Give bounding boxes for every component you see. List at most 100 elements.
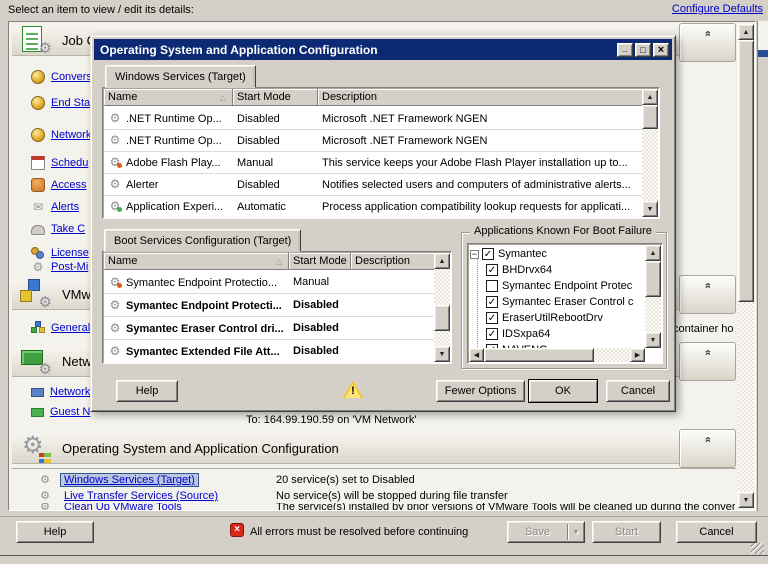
container-host-text: container ho (673, 323, 737, 335)
dialog-help-button[interactable]: Help (116, 380, 178, 402)
sort-asc-icon: △ (276, 257, 284, 266)
dialog-cancel-button[interactable]: Cancel (606, 380, 670, 402)
checkbox[interactable]: ✓ (486, 296, 498, 308)
checkbox[interactable]: ✓ (482, 248, 494, 260)
scroll-down-icon[interactable]: ▼ (642, 201, 658, 217)
tree-item[interactable]: ✓ EraserUtilRebootDrv (470, 310, 644, 326)
save-split-button[interactable]: Save ▼ (507, 521, 585, 543)
cleanup-tools-link[interactable]: Clean Up VMware Tools (61, 503, 185, 511)
main-scrollbar[interactable]: ▲ ▼ (738, 24, 754, 508)
checkbox[interactable]: ✓ (486, 264, 498, 276)
services-table-scrollbar[interactable]: ▲ ▼ (642, 89, 658, 217)
scroll-up-icon[interactable]: ▲ (434, 253, 450, 269)
save-dropdown-icon[interactable]: ▼ (568, 529, 584, 536)
scroll-left-icon[interactable]: ◀ (469, 348, 484, 362)
list-item-windows-services[interactable]: ⚙ Windows Services (Target) 20 service(s… (39, 472, 735, 488)
scroll-right-icon[interactable]: ▶ (630, 348, 645, 362)
fewer-options-button[interactable]: Fewer Options (436, 380, 525, 402)
scroll-up-icon[interactable]: ▲ (738, 24, 754, 40)
network-card-icon (31, 388, 44, 397)
vmware-icon: ⚙ (20, 279, 52, 309)
table-row[interactable]: ⚙Alerter Disabled Notifies selected user… (104, 174, 642, 196)
live-transfer-link[interactable]: Live Transfer Services (Source) (61, 490, 221, 502)
tree-collapse-toggle[interactable]: − (470, 250, 479, 259)
table-row[interactable]: ⚙.NET Runtime Op... Disabled Microsoft .… (104, 108, 642, 130)
column-header-description[interactable]: Description (318, 89, 658, 106)
sidebar-item-general[interactable]: General (31, 321, 90, 335)
sidebar-item-network-settings[interactable]: Network (31, 386, 90, 398)
start-button[interactable]: Start (592, 521, 661, 543)
people-icon (31, 178, 45, 192)
sidebar-item-network[interactable]: Network (31, 128, 91, 142)
column-header-start-mode[interactable]: Start Mode (289, 253, 351, 270)
close-button[interactable]: × (653, 43, 669, 57)
table-row[interactable]: ⚙Application Experi... Automatic Process… (104, 196, 642, 217)
tree-item[interactable]: ✓ Symantec Eraser Control c (470, 294, 644, 310)
chevron-up-icon: » (702, 31, 714, 36)
chevron-up-icon: » (702, 437, 714, 442)
gear-arrow-icon: ⚙ (31, 260, 45, 274)
tab-boot-services[interactable]: Boot Services Configuration (Target) (104, 229, 301, 252)
scroll-up-icon[interactable]: ▲ (642, 89, 658, 105)
checkbox[interactable]: ✓ (486, 328, 498, 340)
scrollbar-thumb[interactable] (642, 105, 658, 129)
section-header-osapp[interactable]: ⚙ Operating System and Application Confi… (12, 433, 680, 464)
tree-item-root[interactable]: − ✓ Symantec (470, 246, 644, 262)
sidebar-item-conversion[interactable]: Convers (31, 70, 92, 84)
column-header-start-mode[interactable]: Start Mode (233, 89, 318, 106)
maximize-button[interactable]: □ (635, 43, 651, 57)
scroll-down-icon[interactable]: ▼ (645, 332, 661, 348)
column-header-name[interactable]: Name △ (104, 89, 233, 106)
scrollbar-thumb[interactable] (645, 261, 661, 297)
sidebar-item-license[interactable]: License (31, 246, 89, 260)
sidebar-item-schedule[interactable]: Schedu (31, 156, 88, 170)
help-button[interactable]: Help (16, 521, 94, 543)
service-icon: ⚙ (108, 276, 122, 289)
sidebar-item-end-states[interactable]: End Sta (31, 96, 90, 110)
sidebar-item-guest-nic[interactable]: Guest N (31, 406, 90, 418)
list-item-cleanup-tools[interactable]: ⚙ Clean Up VMware Tools The service(s) i… (39, 503, 735, 511)
scroll-down-icon[interactable]: ▼ (434, 346, 450, 362)
tree-item[interactable]: ✓ BHDrvx64 (470, 262, 644, 278)
collapse-osapp-section-button[interactable]: » (679, 429, 736, 468)
service-icon: ⚙ (108, 134, 122, 147)
collapse-job-section-button[interactable]: » (679, 23, 736, 62)
table-row[interactable]: ⚙.NET Runtime Op... Disabled Microsoft .… (104, 130, 642, 152)
scroll-down-icon[interactable]: ▼ (738, 492, 754, 508)
tab-windows-services[interactable]: Windows Services (Target) (105, 65, 256, 88)
service-icon: ⚙ (108, 345, 122, 358)
column-header-name[interactable]: Name △ (104, 253, 289, 270)
table-header: Name △ Start Mode Description (104, 253, 450, 270)
table-row[interactable]: ⚙Adobe Flash Play... Manual This service… (104, 152, 642, 174)
windows-services-link[interactable]: Windows Services (Target) (61, 474, 198, 486)
table-row[interactable]: ⚙Symantec Eraser Control dri... Disabled (104, 317, 434, 340)
table-row[interactable]: ⚙Symantec Extended File Att... Disabled (104, 340, 434, 362)
checkbox[interactable]: ✓ (486, 312, 498, 324)
scrollbar-thumb[interactable] (484, 348, 594, 362)
tree-item[interactable]: Symantec Endpoint Protec (470, 278, 644, 294)
minimize-button[interactable]: _ (617, 43, 633, 57)
configure-defaults-link[interactable]: Configure Defaults (672, 3, 763, 15)
scrollbar-thumb[interactable] (738, 40, 754, 302)
tree-vertical-scrollbar[interactable]: ▲ ▼ (645, 245, 661, 348)
sidebar-item-access[interactable]: Access (31, 178, 86, 192)
list-item-live-transfer[interactable]: ⚙ Live Transfer Services (Source) No ser… (39, 488, 735, 504)
collapse-network-section-button[interactable]: » (679, 342, 736, 381)
tree-item[interactable]: ✓ IDSxpa64 (470, 326, 644, 342)
collapse-vmware-section-button[interactable]: » (679, 275, 736, 314)
table-row[interactable]: ⚙Symantec Endpoint Protecti... Disabled (104, 294, 434, 317)
table-row[interactable]: ⚙Symantec Endpoint Protectio... Manual (104, 271, 434, 294)
tree-horizontal-scrollbar[interactable]: ◀ ▶ (469, 348, 645, 362)
sidebar-item-take-control[interactable]: Take C (31, 223, 85, 235)
row-detail: No service(s) will be stopped during fil… (276, 490, 508, 502)
resize-grip[interactable] (751, 543, 764, 554)
dialog-titlebar[interactable]: Operating System and Application Configu… (94, 39, 672, 60)
sidebar-item-alerts[interactable]: ✉ Alerts (31, 200, 79, 214)
checkbox[interactable] (486, 280, 498, 292)
scrollbar-thumb[interactable] (434, 305, 450, 331)
cancel-button[interactable]: Cancel (676, 521, 757, 543)
ok-button[interactable]: OK (528, 379, 598, 403)
boot-table-scrollbar[interactable]: ▲ ▼ (434, 253, 450, 362)
scroll-up-icon[interactable]: ▲ (645, 245, 661, 261)
sidebar-item-post-migration[interactable]: ⚙ Post-Mi (31, 260, 88, 274)
